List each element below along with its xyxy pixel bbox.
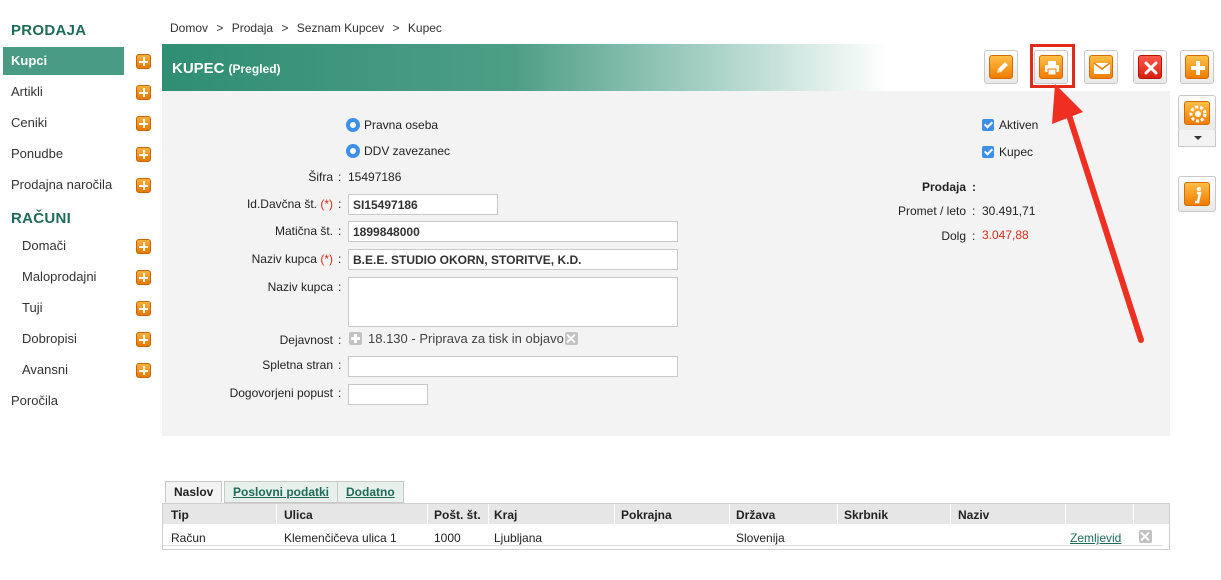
annotation-arrow [1052, 84, 1144, 343]
app-root: PRODAJA Kupci Artikli Ceniki Ponudbe Pro… [0, 0, 1221, 580]
